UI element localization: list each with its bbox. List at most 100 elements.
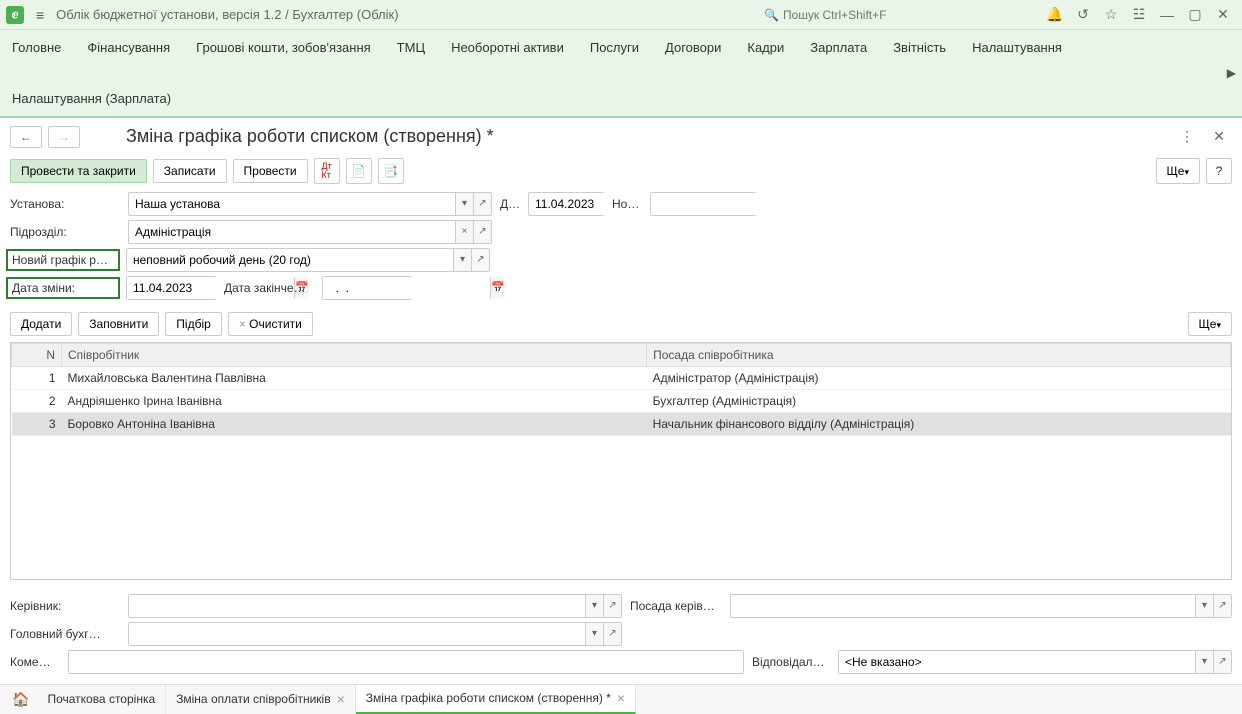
tab-close-icon[interactable]: ×	[617, 690, 625, 706]
dept-input[interactable]	[129, 221, 455, 243]
menu-reports[interactable]: Звітність	[893, 36, 946, 59]
app-logo: ⅇ	[6, 6, 24, 24]
tab-close-icon[interactable]: ×	[337, 691, 345, 707]
menu-more-icon[interactable]: ▶	[1227, 66, 1236, 80]
search-bar[interactable]: 🔍	[756, 6, 1036, 24]
dropdown-icon[interactable]: ▾	[1195, 651, 1213, 673]
menu-finance[interactable]: Фінансування	[87, 36, 170, 59]
enddate-input[interactable]	[323, 277, 490, 299]
open-icon[interactable]: ↗	[473, 221, 491, 243]
cell-emp: Михайловська Валентина Павлівна	[62, 366, 647, 389]
star-icon[interactable]: ☆	[1098, 2, 1124, 28]
document-icon[interactable]: 📄	[346, 158, 372, 184]
hamburger-icon[interactable]: ≡	[30, 5, 50, 25]
open-icon[interactable]: ↗	[603, 623, 621, 645]
cell-n: 2	[12, 389, 62, 412]
menu-cash[interactable]: Грошові кошти, зобов'язання	[196, 36, 371, 61]
tab-schedule-change[interactable]: Зміна графіка роботи списком (створення)…	[356, 685, 636, 714]
page-title: Зміна графіка роботи списком (створення)…	[126, 126, 1168, 147]
col-emp[interactable]: Співробітник	[62, 343, 647, 366]
add-button[interactable]: Додати	[10, 312, 72, 336]
post-close-button[interactable]: Провести та закрити	[10, 159, 147, 183]
num-label: Но…	[612, 197, 642, 211]
acct-input[interactable]	[129, 623, 585, 645]
history-icon[interactable]: ↺	[1070, 2, 1096, 28]
tab-label: Зміна оплати співробітників	[176, 692, 330, 706]
menu-contracts[interactable]: Договори	[665, 36, 721, 59]
cell-pos: Адміністратор (Адміністрація)	[647, 366, 1231, 389]
cell-emp: Андріяшенко Ірина Іванівна	[62, 389, 647, 412]
dropdown-icon[interactable]: ▾	[585, 595, 603, 617]
minimize-icon[interactable]: —	[1154, 2, 1180, 28]
menu-settings[interactable]: Налаштування	[972, 36, 1062, 59]
dropdown-icon[interactable]: ▾	[1195, 595, 1213, 617]
close-icon[interactable]: ✕	[1210, 2, 1236, 28]
menu-services[interactable]: Послуги	[590, 36, 639, 59]
open-icon[interactable]: ↗	[1213, 651, 1231, 673]
cell-pos: Бухгалтер (Адміністрація)	[647, 389, 1231, 412]
open-icon[interactable]: ↗	[1213, 595, 1231, 617]
select-button[interactable]: Підбір	[165, 312, 222, 336]
comment-label: Коме…	[10, 655, 60, 669]
head-pos-label: Посада керів…	[630, 599, 722, 613]
help-icon[interactable]: ?	[1206, 158, 1232, 184]
page-close-icon[interactable]: ✕	[1206, 124, 1232, 150]
employee-table[interactable]: N Співробітник Посада співробітника 1 Ми…	[10, 342, 1232, 580]
date-label: Д…	[500, 197, 520, 211]
menu-salary-settings[interactable]: Налаштування (Зарплата)	[12, 87, 171, 110]
resp-input[interactable]	[839, 651, 1195, 673]
col-n[interactable]: N	[12, 343, 62, 366]
table-row[interactable]: 3 Боровко Антоніна Іванівна Начальник фі…	[12, 412, 1231, 435]
menu-assets[interactable]: Необоротні активи	[451, 36, 564, 59]
newsched-label: Новий графік ро…	[12, 253, 114, 267]
changedate-label: Дата зміни:	[12, 281, 114, 295]
dropdown-icon[interactable]: ▾	[585, 623, 603, 645]
table-more-button[interactable]: Ще▾	[1188, 312, 1232, 336]
cell-n: 3	[12, 412, 62, 435]
open-icon[interactable]: ↗	[603, 595, 621, 617]
post-button[interactable]: Провести	[233, 159, 308, 183]
resp-label: Відповідал…	[752, 655, 830, 669]
menu-hr[interactable]: Кадри	[747, 36, 784, 59]
org-input[interactable]	[129, 193, 455, 215]
fill-button[interactable]: Заповнити	[78, 312, 159, 336]
kebab-icon[interactable]: ⋮	[1174, 124, 1200, 150]
tab-label: Початкова сторінка	[47, 692, 155, 706]
col-pos[interactable]: Посада співробітника	[647, 343, 1231, 366]
menu-tmc[interactable]: ТМЦ	[397, 36, 425, 59]
cell-pos: Начальник фінансового відділу (Адміністр…	[647, 412, 1231, 435]
menu-salary[interactable]: Зарплата	[810, 36, 867, 59]
head-pos-input[interactable]	[731, 595, 1195, 617]
panel-icon[interactable]: ☳	[1126, 2, 1152, 28]
open-icon[interactable]: ↗	[471, 249, 489, 271]
num-input[interactable]	[651, 193, 818, 215]
dropdown-icon[interactable]: ▾	[455, 193, 473, 215]
head-input[interactable]	[129, 595, 585, 617]
nav-back-button[interactable]: ←	[10, 126, 42, 148]
clear-button[interactable]: × Очистити	[228, 312, 313, 336]
menu-main[interactable]: Головне	[12, 36, 61, 59]
org-label: Установа:	[10, 197, 120, 211]
search-icon: 🔍	[764, 8, 779, 22]
newsched-input[interactable]	[127, 249, 453, 271]
table-row[interactable]: 2 Андріяшенко Ірина Іванівна Бухгалтер (…	[12, 389, 1231, 412]
dept-label: Підрозділ:	[10, 225, 120, 239]
print-icon[interactable]: 📑	[378, 158, 404, 184]
save-button[interactable]: Записати	[153, 159, 227, 183]
calendar-icon[interactable]: 📅	[490, 277, 505, 299]
clear-icon[interactable]: ×	[455, 221, 473, 243]
main-menu: Головне Фінансування Грошові кошти, зобо…	[0, 30, 1242, 118]
tab-home[interactable]: Початкова сторінка	[37, 685, 166, 714]
open-icon[interactable]: ↗	[473, 193, 491, 215]
bell-icon[interactable]: 🔔	[1042, 2, 1068, 28]
more-button[interactable]: Ще▾	[1156, 158, 1200, 184]
home-icon[interactable]: 🏠	[4, 691, 37, 708]
tab-salary-change[interactable]: Зміна оплати співробітників ×	[166, 685, 356, 714]
maximize-icon[interactable]: ▢	[1182, 2, 1208, 28]
comment-input[interactable]	[69, 651, 743, 673]
head-label: Керівник:	[10, 599, 120, 613]
search-input[interactable]	[783, 8, 1028, 22]
dtct-icon[interactable]: ДтКт	[314, 158, 340, 184]
dropdown-icon[interactable]: ▾	[453, 249, 471, 271]
table-row[interactable]: 1 Михайловська Валентина Павлівна Адміні…	[12, 366, 1231, 389]
